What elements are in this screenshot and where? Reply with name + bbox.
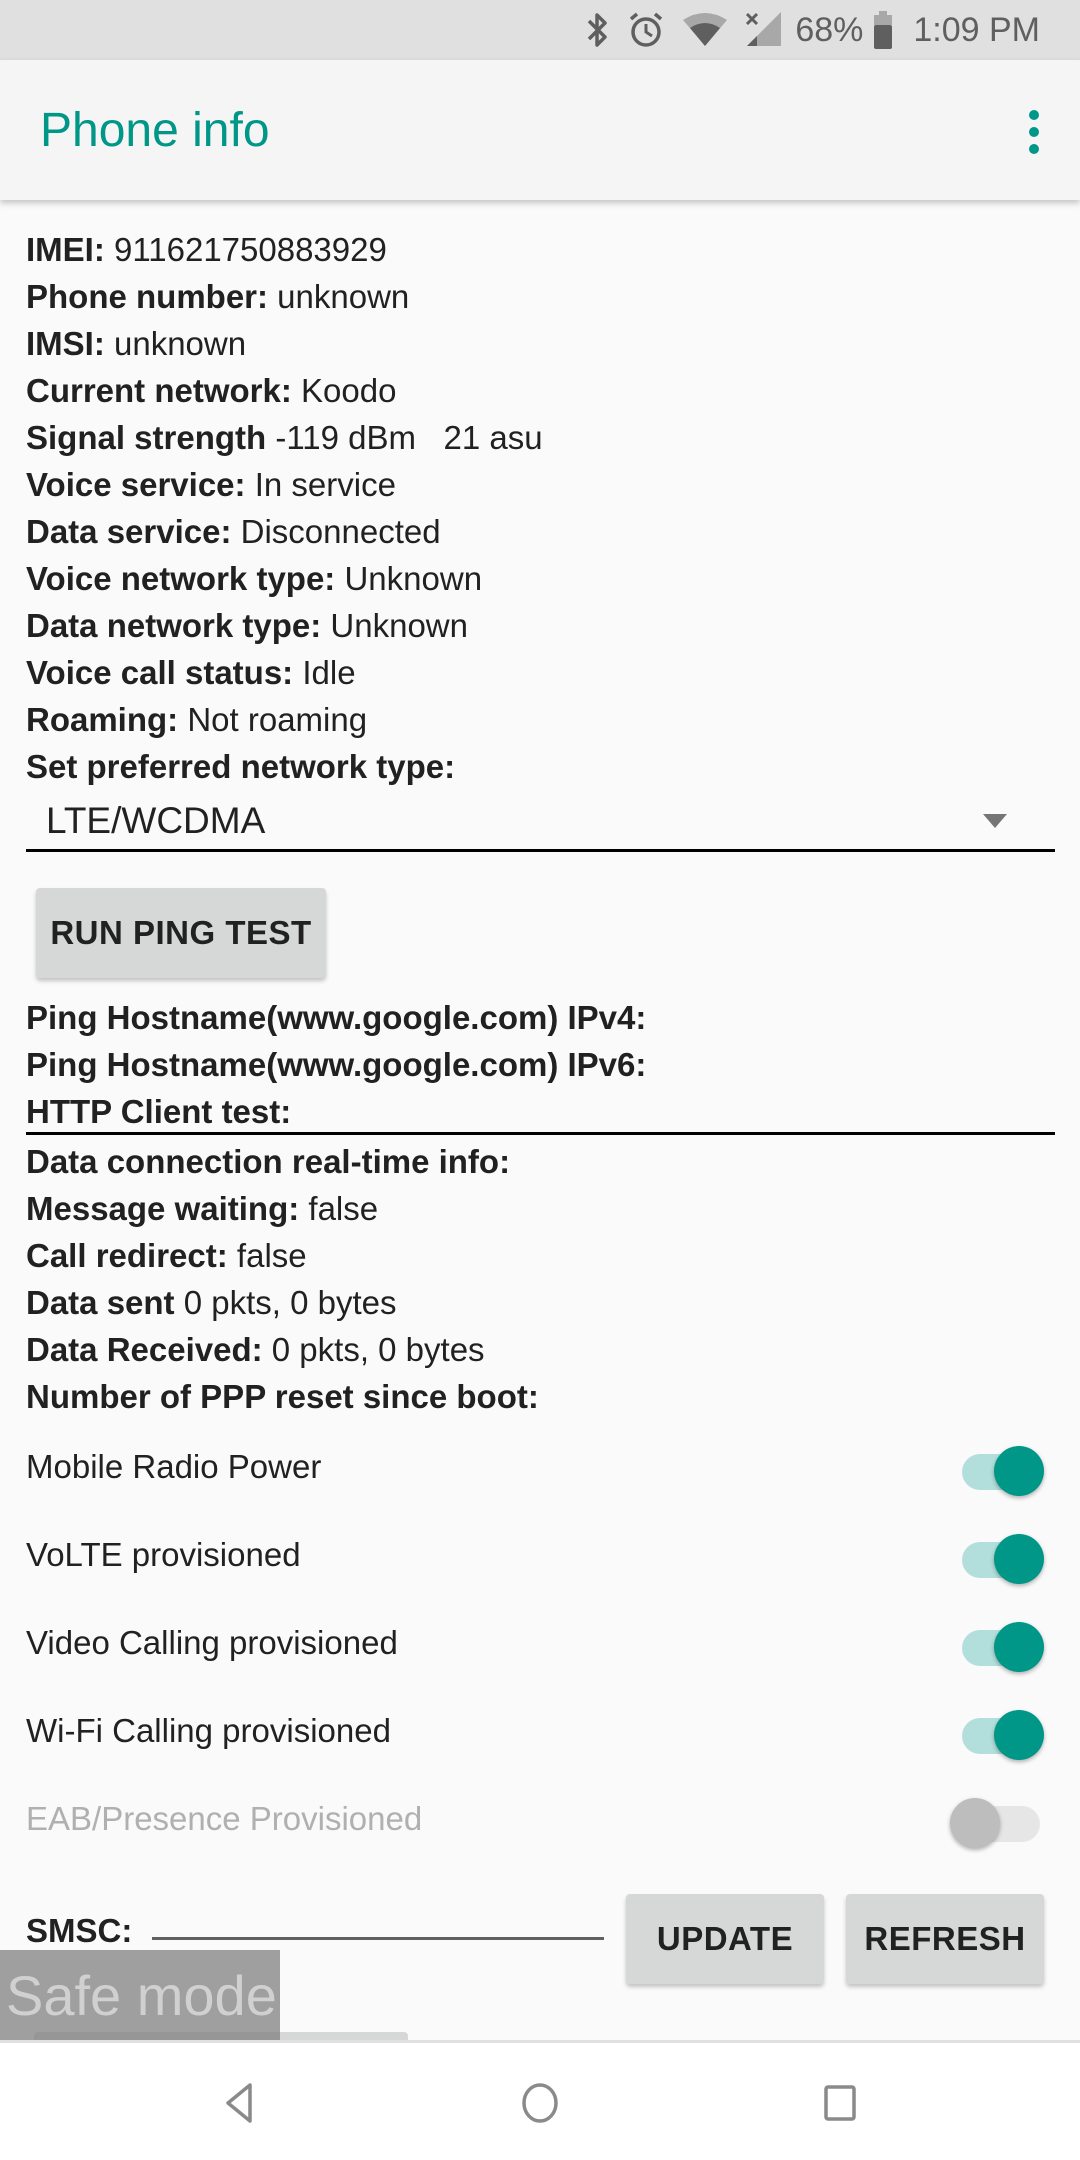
switch-row-mobile-radio-power: Mobile Radio Power [0,1428,1080,1516]
run-ping-test-button[interactable]: RUN PING TEST [36,888,326,978]
info-data-network-type: Data network type: Unknown [26,607,468,644]
message-waiting: Message waiting: false [26,1190,379,1227]
refresh-button[interactable]: REFRESH [846,1894,1044,1984]
cell-signal-no-service-icon [745,10,782,50]
divider [26,1132,1055,1135]
info-preferred-network-label: Set preferred network type: [26,748,456,785]
update-button[interactable]: UPDATE [626,1894,824,1984]
bluetooth-icon [585,10,609,50]
recents-button[interactable] [800,2063,880,2143]
info-voice-network-type: Voice network type: Unknown [26,560,483,597]
mobile-radio-power-toggle[interactable] [962,1446,1044,1498]
battery-icon [873,10,893,50]
switch-label: Video Calling provisioned [26,1624,398,1661]
smsc-input[interactable] [152,1886,604,1940]
battery-percent: 68% [795,10,864,49]
switch-row-volte: VoLTE provisioned [0,1516,1080,1604]
info-imsi: IMSI: unknown [26,325,247,362]
more-vert-icon[interactable] [1024,110,1044,154]
switch-label: Wi-Fi Calling provisioned [26,1712,391,1749]
volte-provisioned-toggle[interactable] [962,1534,1044,1586]
video-calling-provisioned-toggle[interactable] [962,1622,1044,1674]
info-current-network: Current network: Koodo [26,372,397,409]
switch-row-video-calling: Video Calling provisioned [0,1604,1080,1692]
home-icon [522,2083,558,2123]
wifi-icon [683,10,728,50]
info-signal-strength: Signal strength -119 dBm 21 asu [26,419,543,456]
back-icon [226,2083,252,2123]
switch-label: VoLTE provisioned [26,1536,301,1573]
app-bar: Phone info [0,60,1080,200]
smsc-label: SMSC: [26,1912,133,1949]
phone-info-content[interactable]: IMEI: 911621750883929 Phone number: unkn… [0,200,1080,2040]
info-voice-service: Voice service: In service [26,466,396,503]
info-data-service: Data service: Disconnected [26,513,441,550]
info-voice-call-status: Voice call status: Idle [26,654,356,691]
navigation-bar [0,2040,1080,2160]
status-bar: 68% 1:09 PM [0,0,1080,60]
safe-mode-indicator: Safe mode [0,1950,280,2040]
page-title: Phone info [40,103,270,157]
ppp-reset-count: Number of PPP reset since boot: [26,1378,539,1415]
preferred-network-type-value: LTE/WCDMA [46,799,266,841]
wifi-calling-provisioned-toggle[interactable] [962,1710,1044,1762]
info-imei: IMEI: 911621750883929 [26,231,387,268]
ping-ipv4: Ping Hostname(www.google.com) IPv4: [26,999,647,1036]
switch-row-wifi-calling: Wi-Fi Calling provisioned [0,1692,1080,1780]
switch-label: Mobile Radio Power [26,1448,322,1485]
home-button[interactable] [500,2063,580,2143]
switch-label: EAB/Presence Provisioned [26,1800,423,1837]
back-button[interactable] [200,2063,280,2143]
recents-icon [824,2085,856,2121]
dropdown-arrow-icon [983,814,1007,828]
eab-presence-provisioned-toggle [950,1798,1040,1850]
http-client-test: HTTP Client test: [26,1093,292,1130]
ping-ipv6: Ping Hostname(www.google.com) IPv6: [26,1046,647,1083]
call-redirect: Call redirect: false [26,1237,307,1274]
data-received: Data Received: 0 pkts, 0 bytes [26,1331,485,1368]
data-connection-info: Data connection real-time info: [26,1143,511,1180]
info-phone-number: Phone number: unknown [26,278,410,315]
clock: 1:09 PM [913,10,1040,49]
switch-row-eab-presence: EAB/Presence Provisioned [0,1780,1080,1868]
data-sent: Data sent 0 pkts, 0 bytes [26,1284,397,1321]
alarm-icon [627,10,665,50]
preferred-network-type-dropdown[interactable]: LTE/WCDMA [26,792,1055,852]
info-roaming: Roaming: Not roaming [26,701,368,738]
